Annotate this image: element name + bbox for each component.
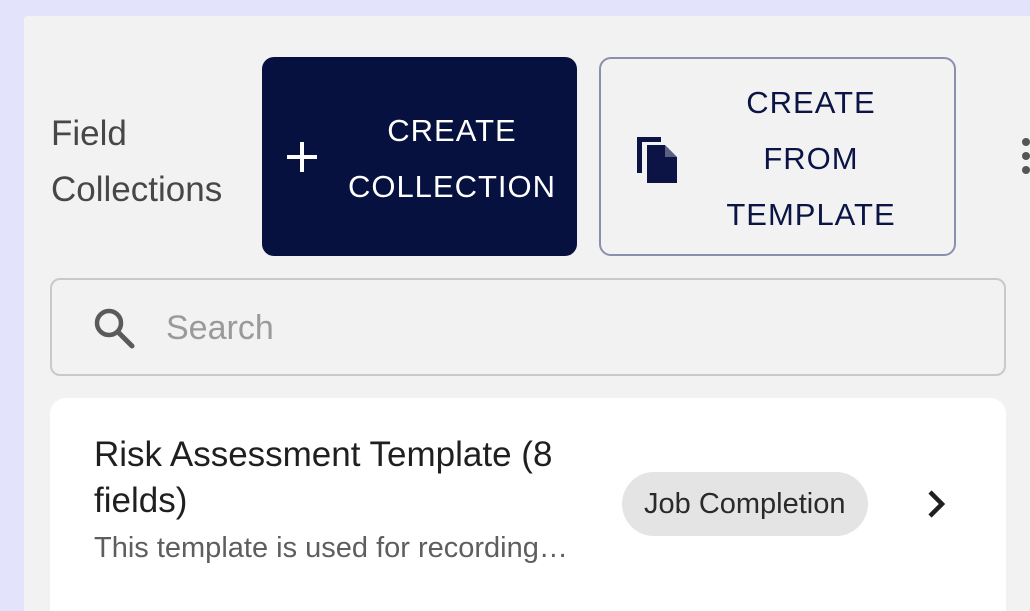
copy-icon [637,137,677,183]
collection-title: Risk Assessment Template (8 fields) [94,435,553,520]
search-input[interactable] [164,296,988,360]
page-header: Field Collections CREATE COLLECTION CREA… [24,16,1030,276]
collection-tag-chip: Job Completion [622,472,868,536]
chevron-right-icon[interactable] [924,488,948,520]
plus-icon [287,142,317,172]
collection-description: This template is used for recording… [94,532,568,564]
search-icon [94,308,135,349]
more-vert-icon[interactable] [1019,134,1030,178]
search-box [50,278,1006,376]
create-collection-label: CREATE COLLECTION [347,113,557,204]
create-from-template-button[interactable]: CREATE FROM TEMPLATE [599,57,956,256]
create-from-template-label: CREATE FROM TEMPLATE [726,85,896,232]
field-collections-panel: Field Collections CREATE COLLECTION CREA… [24,16,1030,611]
create-collection-button[interactable]: CREATE COLLECTION [262,57,577,256]
collection-card[interactable]: Risk Assessment Template (8 fields) This… [50,398,1006,611]
page-title: Field Collections [51,114,223,209]
